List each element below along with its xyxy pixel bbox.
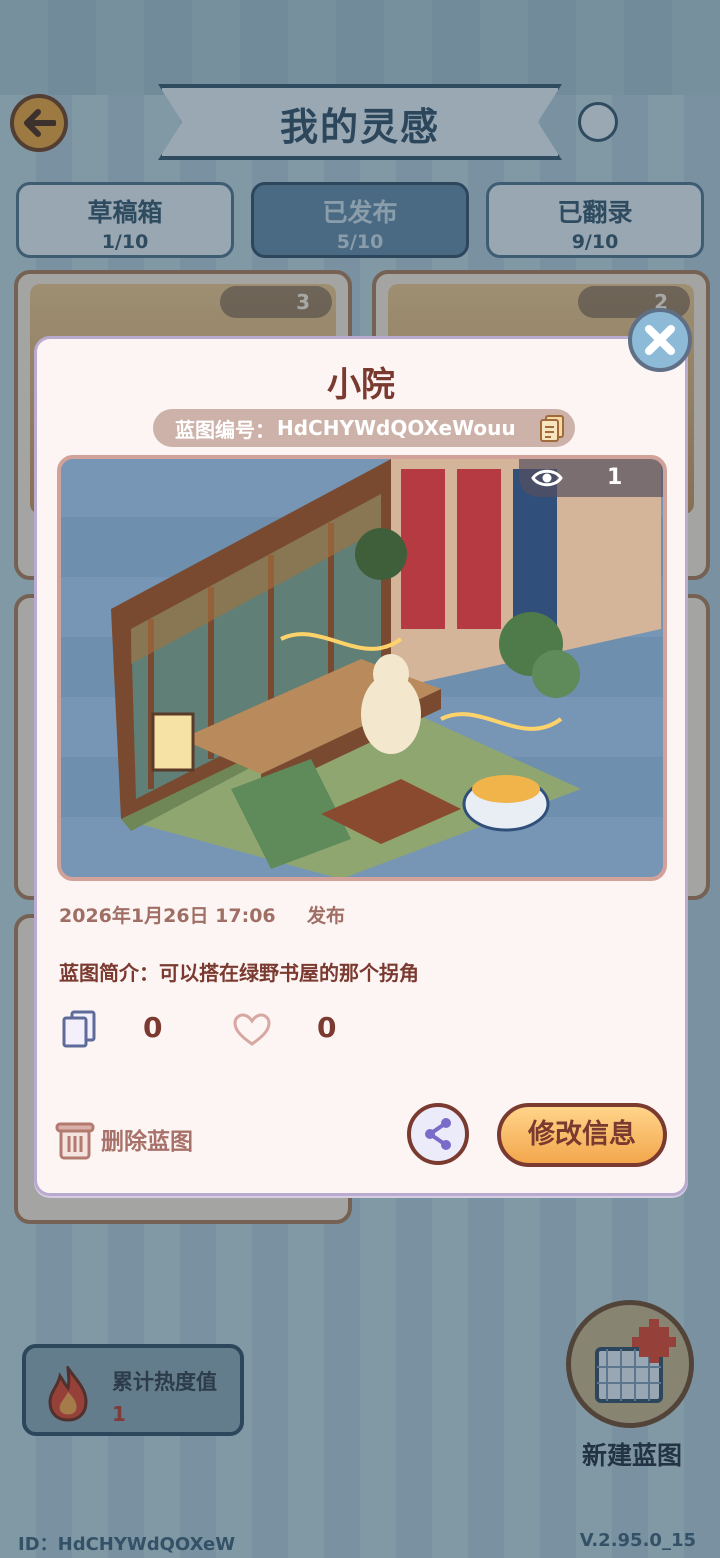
close-icon: [645, 325, 675, 355]
blueprint-code-pill: 蓝图编号： HdCHYWdQOXeWouu: [153, 409, 575, 447]
blueprint-description: 蓝图简介：可以搭在绿野书屋的那个拐角: [59, 957, 419, 986]
copy-count: 0: [143, 1011, 163, 1044]
blueprint-code-label: 蓝图编号：: [175, 417, 275, 442]
like-count: 0: [317, 1011, 337, 1044]
edit-info-button[interactable]: 修改信息: [497, 1103, 667, 1167]
description-text: 可以搭在绿野书屋的那个拐角: [159, 961, 419, 985]
blueprint-title: 小院: [327, 365, 395, 405]
publish-date: 2026年1月26日 17:06: [59, 905, 276, 927]
view-count-value: 1: [607, 465, 623, 490]
copy-code-icon[interactable]: [537, 413, 567, 443]
close-modal-button[interactable]: [628, 308, 692, 372]
heart-icon[interactable]: [233, 1013, 271, 1047]
blueprint-code-value: HdCHYWdQOXeWouu: [277, 416, 516, 440]
copy-count-icon: [62, 1010, 96, 1048]
share-button[interactable]: [407, 1103, 469, 1165]
eye-icon: [531, 469, 563, 487]
publish-status: 发布: [307, 905, 346, 927]
delete-blueprint-button[interactable]: 删除蓝图: [53, 1115, 193, 1163]
courtyard-room-illustration: [111, 459, 661, 877]
delete-label: 删除蓝图: [101, 1129, 193, 1155]
preview-view-count: 1: [519, 459, 663, 497]
blueprint-detail-modal: 小院 蓝图编号： HdCHYWdQOXeWouu 1 2026年1月26日 17…: [34, 336, 688, 1196]
share-icon: [425, 1118, 451, 1150]
trash-icon: [55, 1122, 95, 1160]
description-label: 蓝图简介：: [59, 961, 159, 985]
blueprint-preview-image: 1: [57, 455, 667, 881]
